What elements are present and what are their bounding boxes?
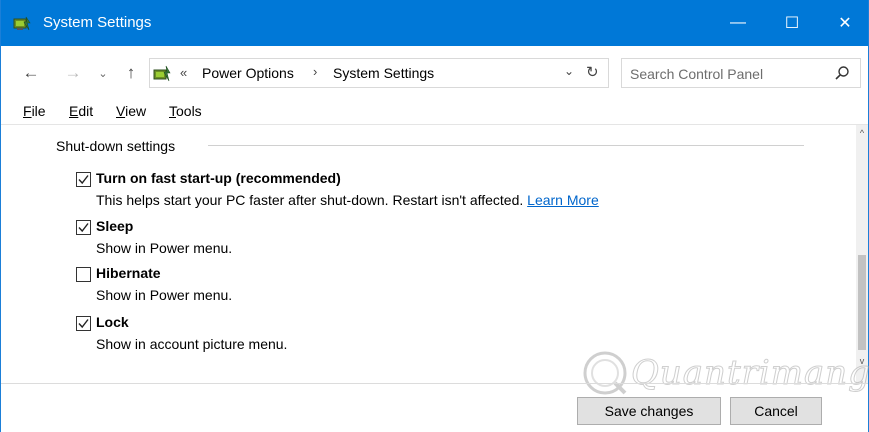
lock-label[interactable]: Lock (96, 314, 129, 330)
menu-edit-accesskey: E (69, 103, 79, 119)
menu-view[interactable]: View (116, 103, 146, 119)
title-bar: System Settings — ☐ ✕ (1, 0, 868, 46)
cancel-button[interactable]: Cancel (730, 397, 822, 425)
close-button[interactable]: ✕ (821, 0, 869, 46)
menu-view-label: iew (125, 103, 147, 119)
fast-startup-checkbox[interactable] (76, 172, 91, 187)
back-arrow-icon[interactable]: ← (19, 60, 43, 86)
address-bar[interactable]: « Power Options › System Settings ⌄ ↻ (149, 58, 609, 88)
watermark-text: Quantrimang (631, 353, 869, 394)
checkmark-icon (78, 175, 89, 185)
hibernate-label[interactable]: Hibernate (96, 265, 161, 281)
section-title: Shut-down settings (56, 138, 176, 154)
scrollbar-thumb[interactable] (858, 255, 866, 350)
window-title: System Settings (43, 14, 152, 31)
forward-arrow-icon[interactable]: → (61, 60, 85, 86)
menu-tools[interactable]: Tools (169, 103, 202, 119)
search-input[interactable] (630, 64, 820, 84)
fast-startup-description-text: This helps start your PC faster after sh… (96, 192, 528, 208)
lock-description: Show in account picture menu. (96, 336, 288, 352)
lock-checkbox[interactable] (76, 316, 91, 331)
minimize-button[interactable]: — (714, 0, 762, 46)
control-panel-icon (153, 65, 171, 82)
recent-locations-chevron-icon[interactable]: ⌄ (96, 60, 110, 86)
search-box[interactable] (621, 58, 861, 88)
save-changes-button[interactable]: Save changes (577, 397, 721, 425)
sleep-label[interactable]: Sleep (96, 218, 133, 234)
watermark-logo-icon (583, 351, 627, 395)
menu-bar: File Edit View Tools (1, 102, 868, 124)
hibernate-checkbox[interactable] (76, 267, 91, 282)
sleep-checkbox[interactable] (76, 220, 91, 235)
scroll-up-icon[interactable]: ^ (856, 125, 868, 141)
breadcrumb-chevron-icon[interactable]: › (313, 64, 317, 79)
fast-startup-label[interactable]: Turn on fast start-up (recommended) (96, 170, 341, 186)
menu-file-accesskey: F (23, 103, 32, 119)
sleep-description: Show in Power menu. (96, 240, 233, 256)
breadcrumb-overflow-icon[interactable]: « (180, 65, 187, 80)
menu-edit[interactable]: Edit (69, 103, 93, 119)
checkmark-icon (78, 223, 89, 233)
search-icon[interactable] (834, 65, 850, 81)
checkmark-icon (78, 319, 89, 329)
refresh-icon[interactable]: ↻ (586, 63, 599, 81)
menu-tools-accesskey: T (169, 103, 176, 119)
menu-tools-label: ools (176, 103, 202, 119)
section-divider (208, 145, 804, 146)
menu-view-accesskey: V (116, 103, 126, 119)
breadcrumb-power-options[interactable]: Power Options (202, 65, 294, 81)
address-dropdown-icon[interactable]: ⌄ (564, 64, 574, 78)
menu-edit-label: dit (78, 103, 94, 119)
fast-startup-description: This helps start your PC faster after sh… (96, 192, 599, 208)
footer-divider (1, 383, 868, 384)
up-arrow-icon[interactable]: ↑ (119, 60, 143, 86)
power-options-icon (13, 16, 31, 31)
menu-file[interactable]: File (23, 103, 46, 119)
breadcrumb-system-settings[interactable]: System Settings (333, 65, 434, 81)
watermark: Quantrimang (579, 345, 869, 401)
system-settings-window: System Settings — ☐ ✕ ← → ⌄ ↑ « Power Op… (0, 0, 869, 432)
menu-file-label: ile (31, 103, 46, 119)
navigation-bar: ← → ⌄ ↑ « Power Options › System Setting… (1, 46, 868, 102)
learn-more-link[interactable]: Learn More (527, 192, 599, 208)
maximize-button[interactable]: ☐ (768, 0, 816, 46)
hibernate-description: Show in Power menu. (96, 287, 233, 303)
